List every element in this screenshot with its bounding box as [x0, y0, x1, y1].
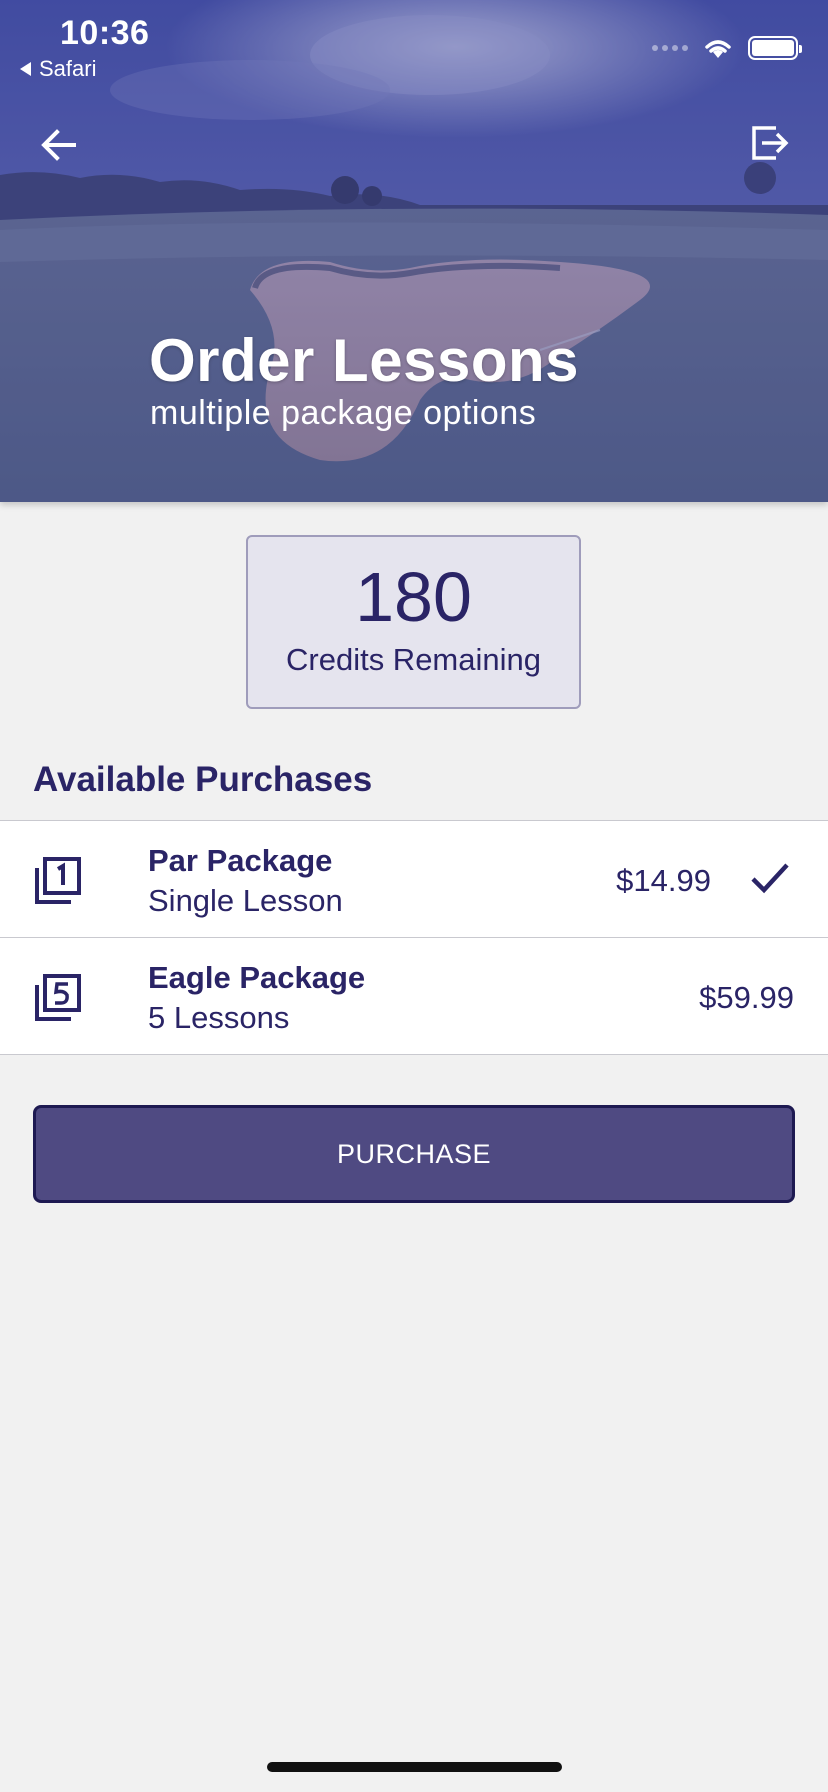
credits-card: 180 Credits Remaining	[246, 535, 581, 709]
checkmark-icon	[751, 863, 789, 894]
order-lessons-screen: 10:36 Safari Order Lessons multiple pack…	[0, 0, 828, 1792]
package-name: Par Package	[148, 843, 333, 878]
package-list: Par Package Single Lesson $14.99 Eagle P…	[0, 820, 828, 1055]
filter-1-icon	[35, 857, 81, 904]
back-triangle-icon	[20, 62, 31, 76]
battery-icon	[748, 36, 802, 60]
credits-value: 180	[355, 558, 472, 636]
filter-5-icon	[35, 974, 81, 1021]
back-to-app-link[interactable]: Safari	[20, 56, 96, 82]
page-title: Order Lessons	[149, 327, 579, 394]
package-row-par[interactable]: Par Package Single Lesson $14.99	[0, 821, 828, 938]
available-purchases-title: Available Purchases	[33, 760, 373, 799]
package-row-eagle[interactable]: Eagle Package 5 Lessons $59.99	[0, 938, 828, 1055]
hero-header: 10:36 Safari Order Lessons multiple pack…	[0, 0, 828, 502]
package-price: $14.99	[616, 863, 711, 898]
logout-icon[interactable]	[746, 120, 792, 166]
package-name: Eagle Package	[148, 960, 366, 995]
purchase-button[interactable]: PURCHASE	[33, 1105, 795, 1203]
package-price: $59.99	[699, 980, 794, 1015]
back-app-label: Safari	[39, 56, 97, 81]
status-time: 10:36	[60, 14, 150, 52]
package-description: Single Lesson	[148, 883, 343, 918]
wifi-icon	[705, 40, 731, 58]
package-description: 5 Lessons	[148, 1000, 290, 1035]
cellular-signal-icon	[652, 45, 688, 51]
status-indicators	[652, 36, 802, 60]
credits-label: Credits Remaining	[286, 642, 541, 677]
home-indicator[interactable]	[267, 1762, 562, 1772]
page-subtitle: multiple package options	[150, 394, 537, 432]
arrow-left-icon[interactable]	[36, 122, 82, 168]
